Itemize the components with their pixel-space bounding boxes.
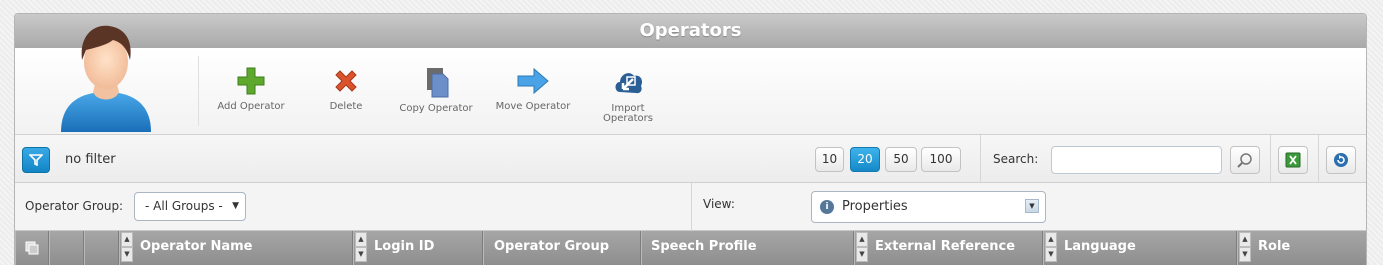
export-excel-button[interactable] [1278,146,1308,174]
sort-asc-icon[interactable]: ▲ [1239,232,1251,247]
filter-status: no filter [65,152,116,167]
info-icon: i [820,200,834,214]
column-login-id[interactable]: ▲ ▼ Login ID [353,231,483,265]
plus-icon [237,67,265,95]
arrow-right-icon [517,67,549,95]
operator-group-label: Operator Group: [25,199,124,213]
copy-operator-label: Copy Operator [399,103,473,114]
chevron-down-icon: ▼ [232,201,239,211]
refresh-icon [1334,153,1348,167]
sort-desc-icon[interactable]: ▼ [121,247,133,262]
search-label: Search: [993,152,1039,166]
sort-desc-icon[interactable]: ▼ [355,247,367,262]
view-label: View: [703,197,735,211]
column-label: Operator Group [494,239,610,254]
divider [1270,135,1271,182]
column-blank-1 [49,231,84,265]
page-size-50[interactable]: 50 [885,147,917,172]
divider [691,183,692,231]
chevron-down-icon: ▼ [1025,199,1039,213]
column-operator-group[interactable]: Operator Group [483,231,641,265]
move-operator-label: Move Operator [495,101,571,112]
sort-asc-icon[interactable]: ▲ [121,232,133,247]
refresh-button[interactable] [1326,146,1356,174]
column-label: Login ID [374,239,435,254]
sort-control[interactable]: ▲ ▼ [355,232,367,264]
column-label: Operator Name [140,239,253,254]
select-all-icon [25,241,39,255]
column-role[interactable]: ▲ ▼ Role [1237,231,1366,265]
add-operator-button[interactable]: Add Operator [209,66,293,112]
table-header: ▲ ▼ Operator Name ▲ ▼ Login ID Operator … [15,231,1366,265]
column-label: External Reference [875,239,1016,254]
sort-control[interactable]: ▲ ▼ [1045,232,1057,264]
page-size-10[interactable]: 10 [815,147,844,172]
move-operator-button[interactable]: Move Operator [491,66,575,112]
copy-icon [427,68,449,98]
column-operator-name[interactable]: ▲ ▼ Operator Name [119,231,353,265]
filter-bar: no filter 10 20 50 100 Search: [15,135,1366,183]
search-button[interactable] [1230,146,1260,174]
delete-button[interactable]: Delete [304,66,388,112]
toolbar: Add Operator Delete Copy Operator Move O… [15,25,1366,135]
page-size-100[interactable]: 100 [921,147,961,172]
sort-control[interactable]: ▲ ▼ [1239,232,1251,264]
sort-asc-icon[interactable]: ▲ [856,232,868,247]
import-icon [615,73,643,94]
funnel-icon [29,154,43,166]
sort-desc-icon[interactable]: ▼ [856,247,868,262]
sort-asc-icon[interactable]: ▲ [1045,232,1057,247]
group-bar: Operator Group: - All Groups - ▼ View: i… [15,183,1366,231]
view-select[interactable]: i Properties ▼ [811,191,1046,223]
sort-desc-icon[interactable]: ▼ [1045,247,1057,262]
sort-desc-icon[interactable]: ▼ [1239,247,1251,262]
page-title: Operators [15,14,1366,48]
column-external-reference[interactable]: ▲ ▼ External Reference [854,231,1043,265]
column-speech-profile[interactable]: Speech Profile [641,231,854,265]
column-blank-2 [84,231,119,265]
delete-label: Delete [329,101,363,112]
divider [1318,135,1319,182]
excel-icon [1285,152,1301,168]
divider [980,135,981,182]
column-language[interactable]: ▲ ▼ Language [1043,231,1237,265]
user-avatar-icon [61,25,151,132]
column-label: Role [1258,239,1291,254]
filter-button[interactable] [22,147,50,173]
column-label: Language [1064,239,1136,254]
page-size-20[interactable]: 20 [850,147,880,172]
operators-panel: Operators Add Operator Delete Copy Opera… [14,13,1367,265]
x-icon [335,70,357,92]
add-operator-label: Add Operator [217,101,285,112]
copy-operator-button[interactable]: Copy Operator [394,66,478,114]
view-value: Properties [842,199,908,214]
sort-control[interactable]: ▲ ▼ [121,232,133,264]
select-all-cell[interactable] [15,231,49,265]
import-operators-button[interactable]: Import Operators [586,66,670,124]
search-input[interactable] [1051,146,1222,174]
sort-asc-icon[interactable]: ▲ [355,232,367,247]
operator-group-value: - All Groups - [145,199,223,213]
magnifier-icon [1237,153,1252,168]
toolbar-divider [198,56,199,126]
column-label: Speech Profile [651,239,757,254]
operator-group-select[interactable]: - All Groups - ▼ [134,192,246,221]
import-operators-label: Import Operators [603,103,653,124]
sort-control[interactable]: ▲ ▼ [856,232,868,264]
